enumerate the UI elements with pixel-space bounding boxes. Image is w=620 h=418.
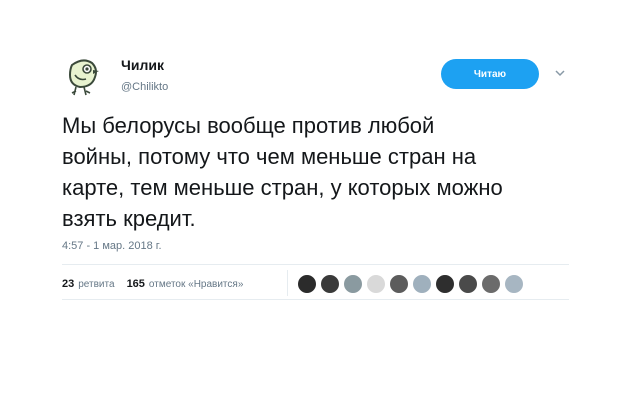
divider-top [62,264,569,265]
retweets-stat[interactable]: 23 ретвита [62,278,115,290]
likers-avatars [297,274,524,294]
liker-avatar-icon[interactable] [412,274,432,294]
tweet-timestamp[interactable]: 4:57 - 1 мар. 2018 г. [62,240,162,252]
likes-count: 165 [126,278,145,290]
liker-avatar-icon[interactable] [504,274,524,294]
liker-avatar-icon[interactable] [366,274,386,294]
liker-avatar-icon[interactable] [435,274,455,294]
user-handle[interactable]: @Chilikto [121,81,168,93]
follow-button[interactable]: Читаю [441,59,539,89]
likes-label: отметок «Нравится» [148,279,244,290]
tweet-text: Мы белорусы вообще против любой войны, п… [62,113,503,231]
tweet-card: Чилик @Chilikto Читаю Мы белорусы вообще… [0,0,620,418]
more-options-caret-icon[interactable] [553,66,567,80]
liker-avatar-icon[interactable] [297,274,317,294]
tweet-stats: 23 ретвита 165 отметок «Нравится» [62,278,255,290]
liker-avatar-icon[interactable] [320,274,340,294]
liker-avatar-icon[interactable] [458,274,478,294]
retweets-label: ретвита [78,279,115,290]
likes-stat[interactable]: 165 отметок «Нравится» [127,278,244,290]
avatar[interactable] [62,55,104,97]
liker-avatar-icon[interactable] [389,274,409,294]
retweets-count: 23 [62,278,75,290]
stats-separator [287,270,288,296]
liker-avatar-icon[interactable] [481,274,501,294]
bird-avatar-icon [68,59,99,96]
divider-bottom [62,299,569,300]
display-name[interactable]: Чилик [121,57,164,73]
liker-avatar-icon[interactable] [343,274,363,294]
